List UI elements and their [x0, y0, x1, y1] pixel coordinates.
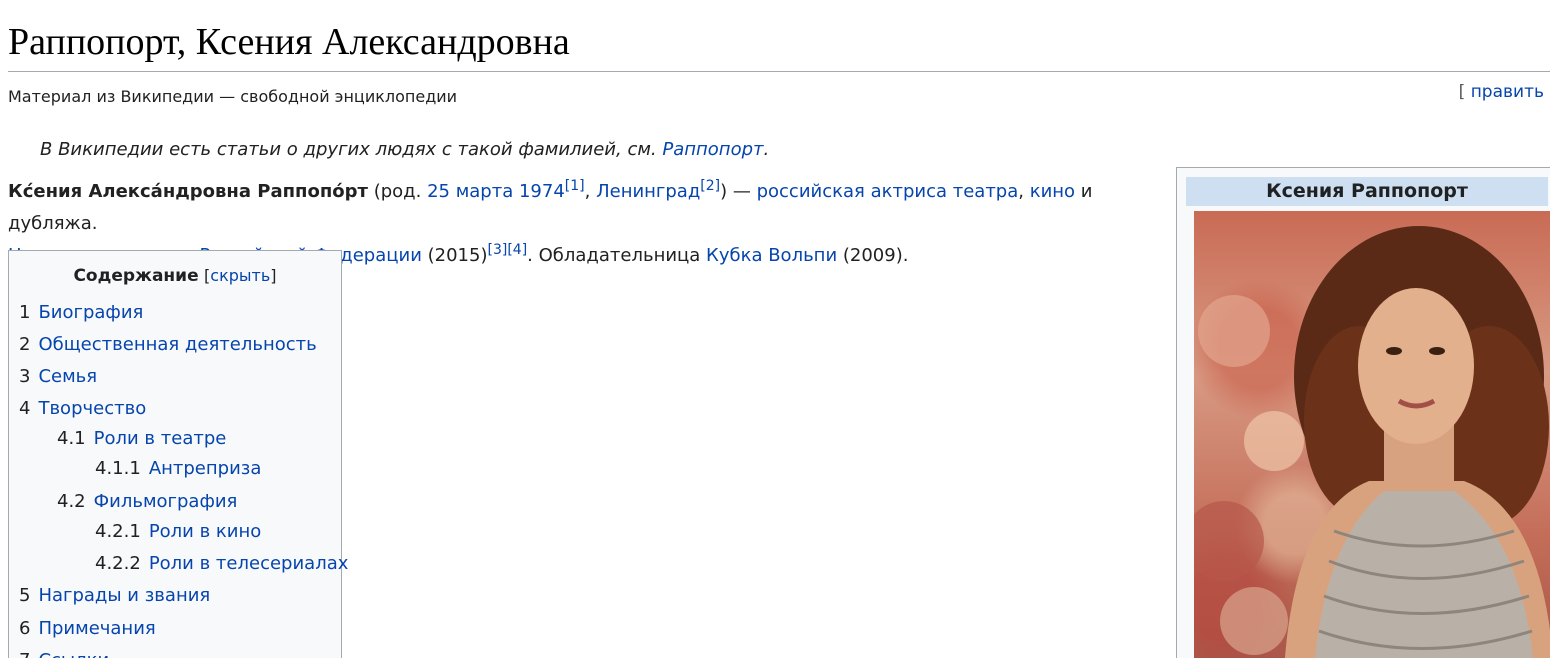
- title-divider: [8, 71, 1550, 72]
- hatnote: В Википедии есть статьи о других людях с…: [40, 138, 769, 162]
- infobox-header: Ксения Раппопорт: [1186, 177, 1548, 206]
- toc-item-number: 2: [19, 334, 31, 355]
- toc-toggle-button[interactable]: скрыть: [210, 266, 270, 285]
- hatnote-link[interactable]: Раппопорт: [662, 139, 763, 160]
- toc-header: Содержание [скрыть]: [9, 265, 341, 287]
- portrait-illustration: [1194, 226, 1550, 658]
- toc-item[interactable]: 4.1.1 Антреприза: [95, 457, 261, 481]
- toc-item-link[interactable]: Роли в телесериалах: [149, 553, 349, 574]
- toc-item-link[interactable]: Фильмография: [94, 491, 238, 512]
- toc-item[interactable]: 4 Творчество: [19, 397, 146, 421]
- birth-place-link[interactable]: Ленинград: [596, 181, 700, 202]
- toc-item[interactable]: 4.2.2 Роли в телесериалах: [95, 552, 348, 576]
- article-page: Раппопорт, Ксения Александровна Материал…: [0, 0, 1550, 658]
- toc-item-link[interactable]: Биография: [38, 302, 143, 323]
- actress-link[interactable]: российская актриса театра: [757, 181, 1019, 202]
- lead-text: (2009).: [837, 245, 909, 266]
- toc-item[interactable]: 5 Награды и звания: [19, 584, 210, 608]
- toc-item-number: 4.2.1: [95, 521, 141, 542]
- toc-item-link[interactable]: Общественная деятельность: [38, 334, 316, 355]
- toc-item-link[interactable]: Награды и звания: [38, 585, 210, 606]
- toc-item[interactable]: 7 Ссылки: [19, 649, 109, 658]
- toc-item-link[interactable]: Примечания: [38, 618, 155, 639]
- toc-item[interactable]: 3 Семья: [19, 365, 97, 389]
- toc-item-number: 6: [19, 618, 31, 639]
- ref-link-3[interactable]: [3]: [487, 242, 507, 258]
- lead-text: ,: [1018, 181, 1030, 202]
- toc-item-link[interactable]: Творчество: [38, 398, 146, 419]
- toc-item-link[interactable]: Семья: [38, 366, 97, 387]
- ref-link-2[interactable]: [2]: [700, 178, 720, 194]
- toc-item-number: 4: [19, 398, 31, 419]
- toc-item-link[interactable]: Роли в театре: [94, 428, 227, 449]
- lead-text: . Обладательница: [527, 245, 707, 266]
- site-tagline: Материал из Википедии — свободной энцикл…: [8, 87, 458, 106]
- toc-item-link[interactable]: Ссылки: [38, 650, 109, 658]
- toc-item-link[interactable]: Антреприза: [149, 458, 262, 479]
- toc-item-number: 4.2.2: [95, 553, 141, 574]
- toc-item[interactable]: 4.2.1 Роли в кино: [95, 520, 261, 544]
- edit-link[interactable]: править: [1471, 82, 1544, 102]
- toc-item-number: 7: [19, 650, 30, 658]
- birth-date-link[interactable]: 25 марта 1974: [427, 181, 565, 202]
- toc-item[interactable]: 4.2 Фильмография: [57, 490, 237, 514]
- lead-text: ,: [584, 181, 597, 202]
- page-title: Раппопорт, Ксения Александровна: [8, 21, 570, 63]
- infobox: Ксения Раппопорт: [1176, 167, 1550, 658]
- award-link[interactable]: Кубка Вольпи: [706, 245, 837, 266]
- toc-item-link[interactable]: Роли в кино: [149, 521, 261, 542]
- ref-link-1[interactable]: [1]: [565, 178, 585, 194]
- hatnote-text: В Википедии есть статьи о других людях с…: [40, 139, 663, 160]
- toc-toggle-close: ]: [270, 266, 277, 285]
- portrait-photo[interactable]: [1194, 211, 1550, 658]
- lead-text: (2015): [421, 245, 488, 266]
- toc-item[interactable]: 6 Примечания: [19, 617, 156, 641]
- toc-item-number: 4.2: [57, 491, 86, 512]
- table-of-contents: Содержание [скрыть] 1 Биография 2 Обществе…: [8, 250, 348, 658]
- toc-item-number: 4.1: [57, 428, 86, 449]
- toc-heading: Содержание: [73, 266, 199, 286]
- lead-text: ) —: [720, 181, 757, 202]
- cinema-link[interactable]: кино: [1030, 181, 1075, 202]
- toc-item-number: 3: [19, 366, 31, 387]
- toc-item-number: 4.1.1: [95, 458, 141, 479]
- toc-item[interactable]: 1 Биография: [19, 301, 143, 325]
- toc-item-number: 1: [19, 302, 31, 323]
- toc-item[interactable]: 4.1 Роли в театре: [57, 427, 226, 451]
- subject-name: Кс́ения Алекса́ндровна Раппопо́рт: [8, 181, 368, 202]
- hatnote-end: .: [763, 139, 770, 160]
- edit-section: [ править: [1459, 81, 1544, 103]
- lead-text: (род.: [367, 181, 428, 202]
- ref-link-4[interactable]: [4]: [507, 242, 527, 258]
- edit-bracket: [: [1458, 82, 1466, 102]
- toc-item-number: 5: [19, 585, 31, 606]
- toc-item[interactable]: 2 Общественная деятельность: [19, 333, 317, 357]
